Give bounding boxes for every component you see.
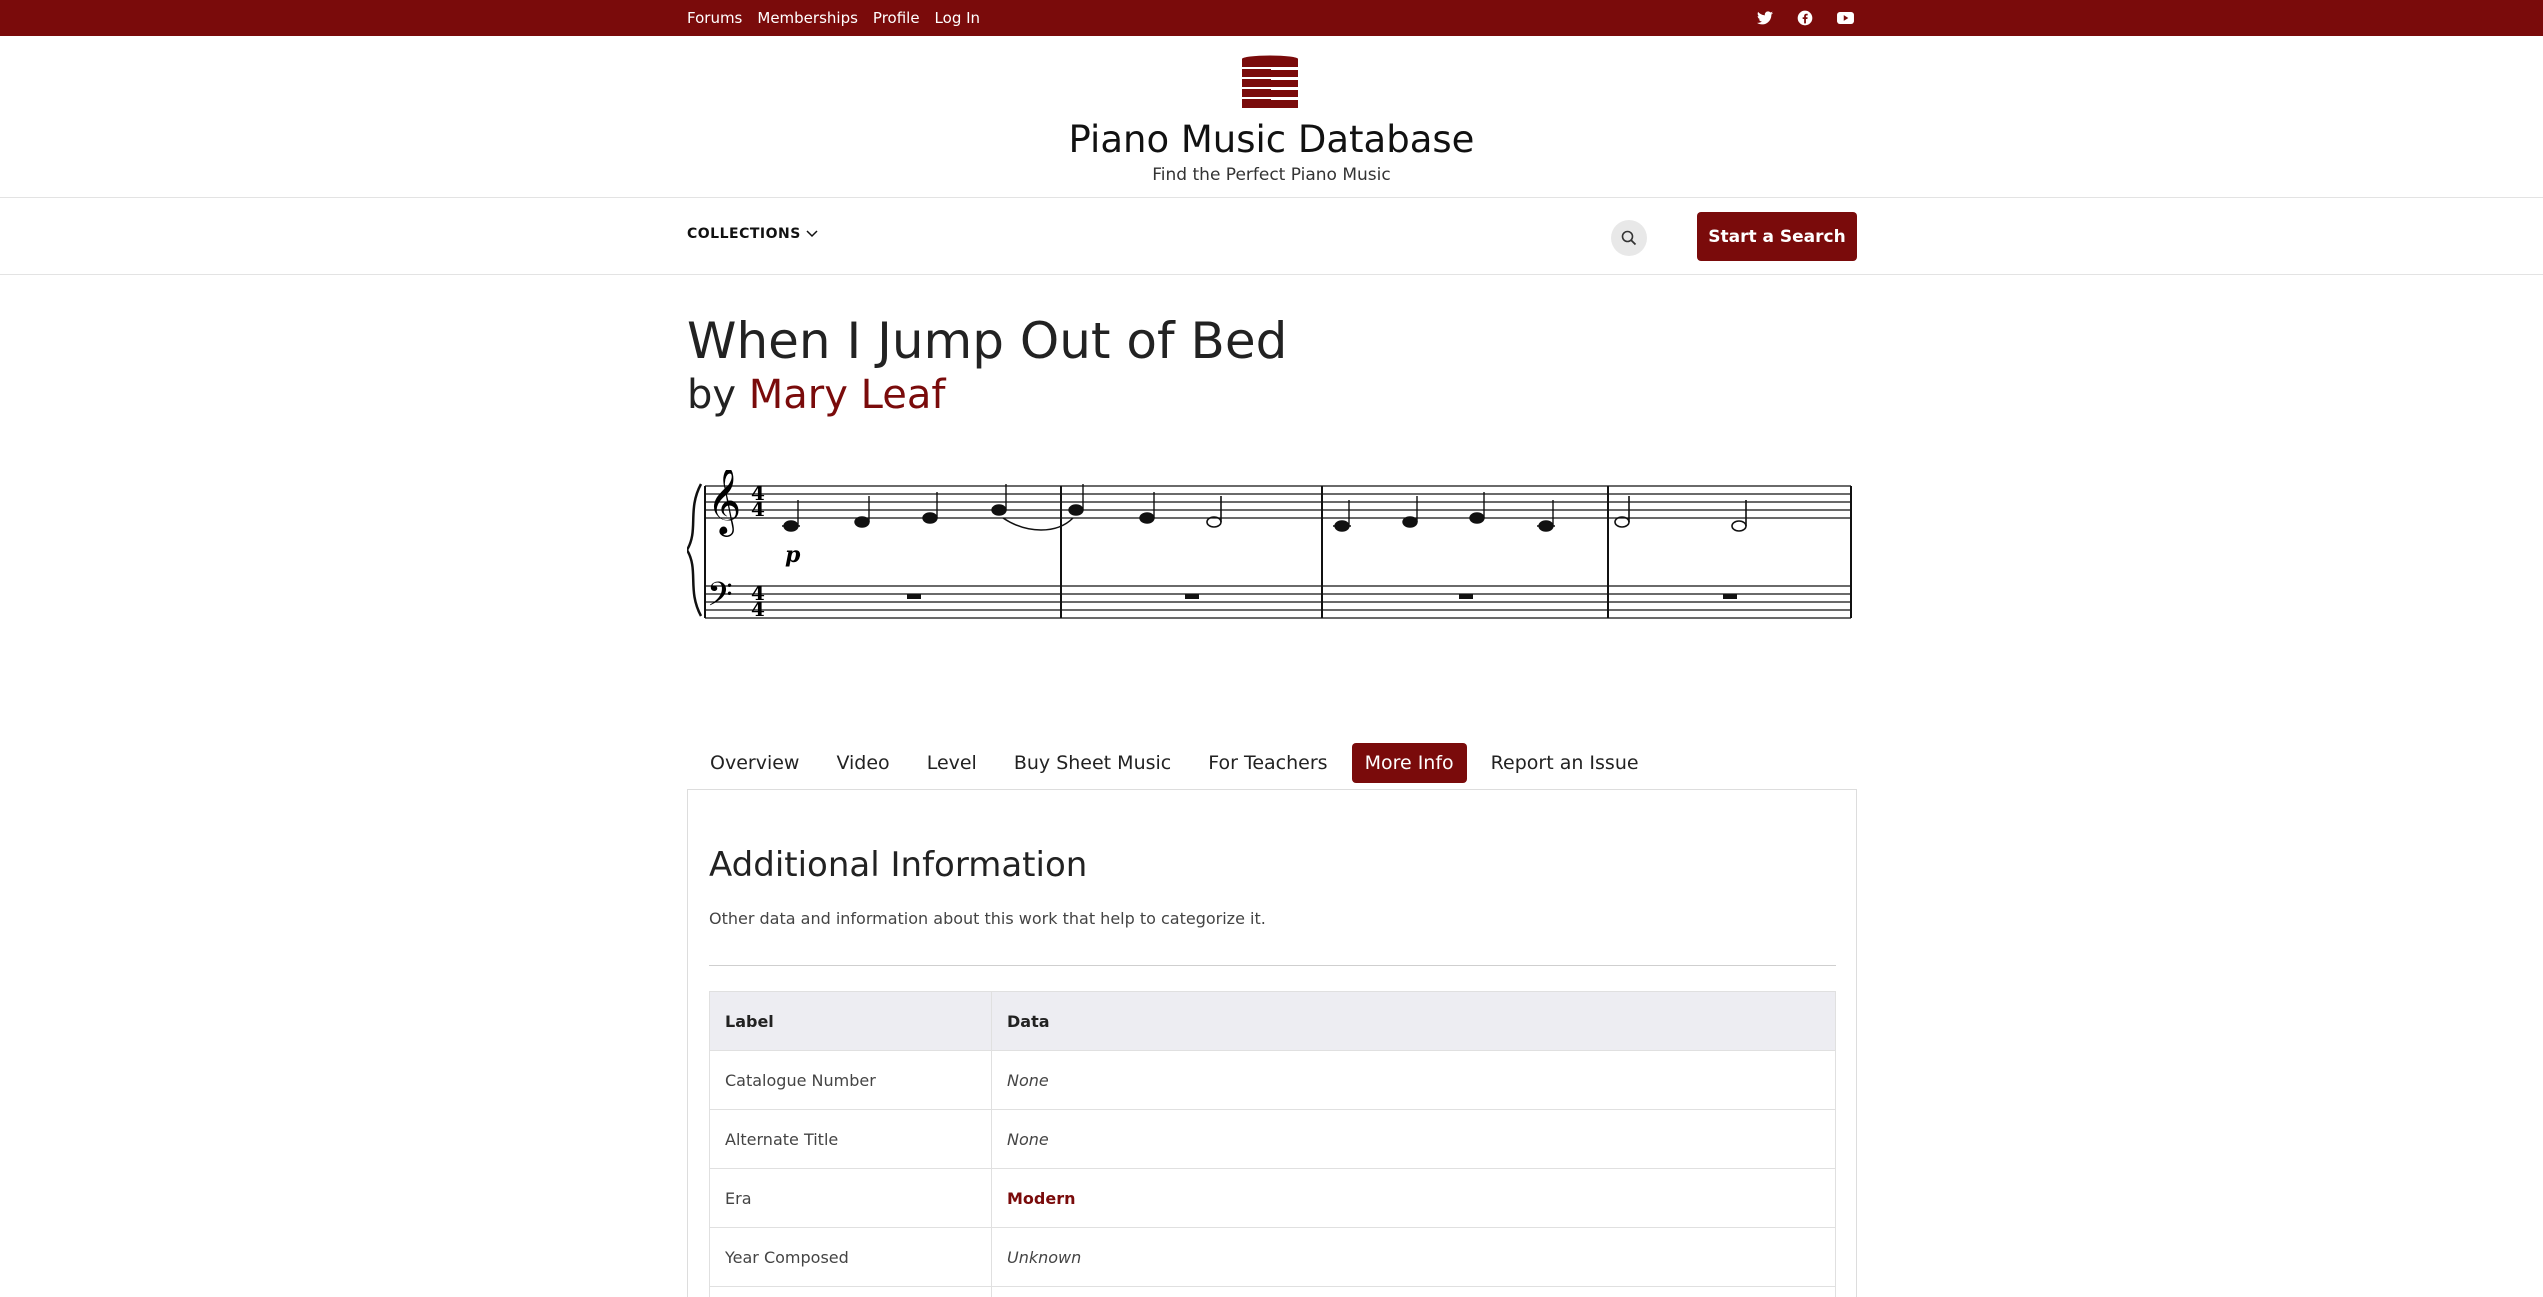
svg-text:p: p — [785, 542, 801, 568]
tab-report-issue[interactable]: Report an Issue — [1478, 743, 1652, 783]
collections-label: COLLECTIONS — [687, 226, 801, 242]
work-title: When I Jump Out of Bed — [687, 312, 1288, 370]
svg-text:4: 4 — [751, 597, 765, 621]
panel-title: Additional Information — [709, 845, 1088, 885]
login-link[interactable]: Log In — [935, 9, 981, 27]
table-row: Era Modern — [709, 1168, 1836, 1228]
row-value — [991, 1286, 1836, 1297]
row-label: Year Composed — [709, 1227, 992, 1287]
row-label: Era — [709, 1168, 992, 1228]
site-tagline: Find the Perfect Piano Music — [1152, 165, 1391, 185]
tab-more-info[interactable]: More Info — [1351, 743, 1467, 783]
start-search-button[interactable]: Start a Search — [1697, 212, 1857, 261]
composer-link[interactable]: Mary Leaf — [749, 372, 946, 418]
more-info-panel: Additional Information Other data and in… — [687, 789, 1857, 1297]
table-row — [709, 1286, 1836, 1297]
tab-video[interactable]: Video — [823, 743, 902, 783]
info-tabs: Overview Video Level Buy Sheet Music For… — [697, 743, 1663, 783]
column-header-data: Data — [991, 991, 1836, 1051]
site-title[interactable]: Piano Music Database — [0, 118, 2543, 161]
panel-description: Other data and information about this wo… — [709, 909, 1266, 928]
row-value: Unknown — [991, 1227, 1836, 1287]
social-links — [1756, 0, 1854, 36]
column-header-label: Label — [709, 991, 992, 1051]
youtube-icon[interactable] — [1836, 9, 1854, 27]
panel-divider — [709, 965, 1836, 966]
info-table: Label Data Catalogue Number None Alterna… — [709, 991, 1836, 1297]
table-row: Catalogue Number None — [709, 1050, 1836, 1110]
music-incipit: 𝄞 𝄢 4 4 4 4 p — [685, 466, 1855, 630]
table-header-row: Label Data — [709, 991, 1836, 1051]
search-icon — [1621, 230, 1637, 246]
svg-text:𝄞: 𝄞 — [707, 470, 741, 537]
row-value: None — [991, 1109, 1836, 1169]
by-label: by — [687, 372, 737, 418]
row-label: Alternate Title — [709, 1109, 992, 1169]
header-divider — [0, 197, 2543, 198]
tab-for-teachers[interactable]: For Teachers — [1195, 743, 1340, 783]
svg-text:𝄢: 𝄢 — [707, 576, 733, 622]
tab-buy-sheet-music[interactable]: Buy Sheet Music — [1001, 743, 1184, 783]
forums-link[interactable]: Forums — [687, 9, 742, 27]
profile-link[interactable]: Profile — [873, 9, 920, 27]
top-nav: Forums Memberships Profile Log In — [687, 0, 980, 36]
row-label — [709, 1286, 992, 1297]
tab-overview[interactable]: Overview — [697, 743, 812, 783]
search-button[interactable] — [1611, 220, 1647, 256]
tab-level[interactable]: Level — [914, 743, 990, 783]
work-byline: by Mary Leaf — [687, 372, 945, 418]
memberships-link[interactable]: Memberships — [757, 9, 858, 27]
era-link[interactable]: Modern — [991, 1168, 1836, 1228]
nav-divider — [0, 274, 2543, 275]
table-row: Alternate Title None — [709, 1109, 1836, 1169]
top-bar: Forums Memberships Profile Log In — [0, 0, 2543, 36]
row-label: Catalogue Number — [709, 1050, 992, 1110]
svg-text:4: 4 — [751, 497, 765, 521]
row-value: None — [991, 1050, 1836, 1110]
table-row: Year Composed Unknown — [709, 1227, 1836, 1287]
collections-menu[interactable]: COLLECTIONS — [687, 226, 818, 242]
facebook-icon[interactable] — [1796, 9, 1814, 27]
piano-keys-logo[interactable] — [1241, 55, 1299, 109]
chevron-down-icon — [806, 230, 818, 238]
twitter-icon[interactable] — [1756, 9, 1774, 27]
